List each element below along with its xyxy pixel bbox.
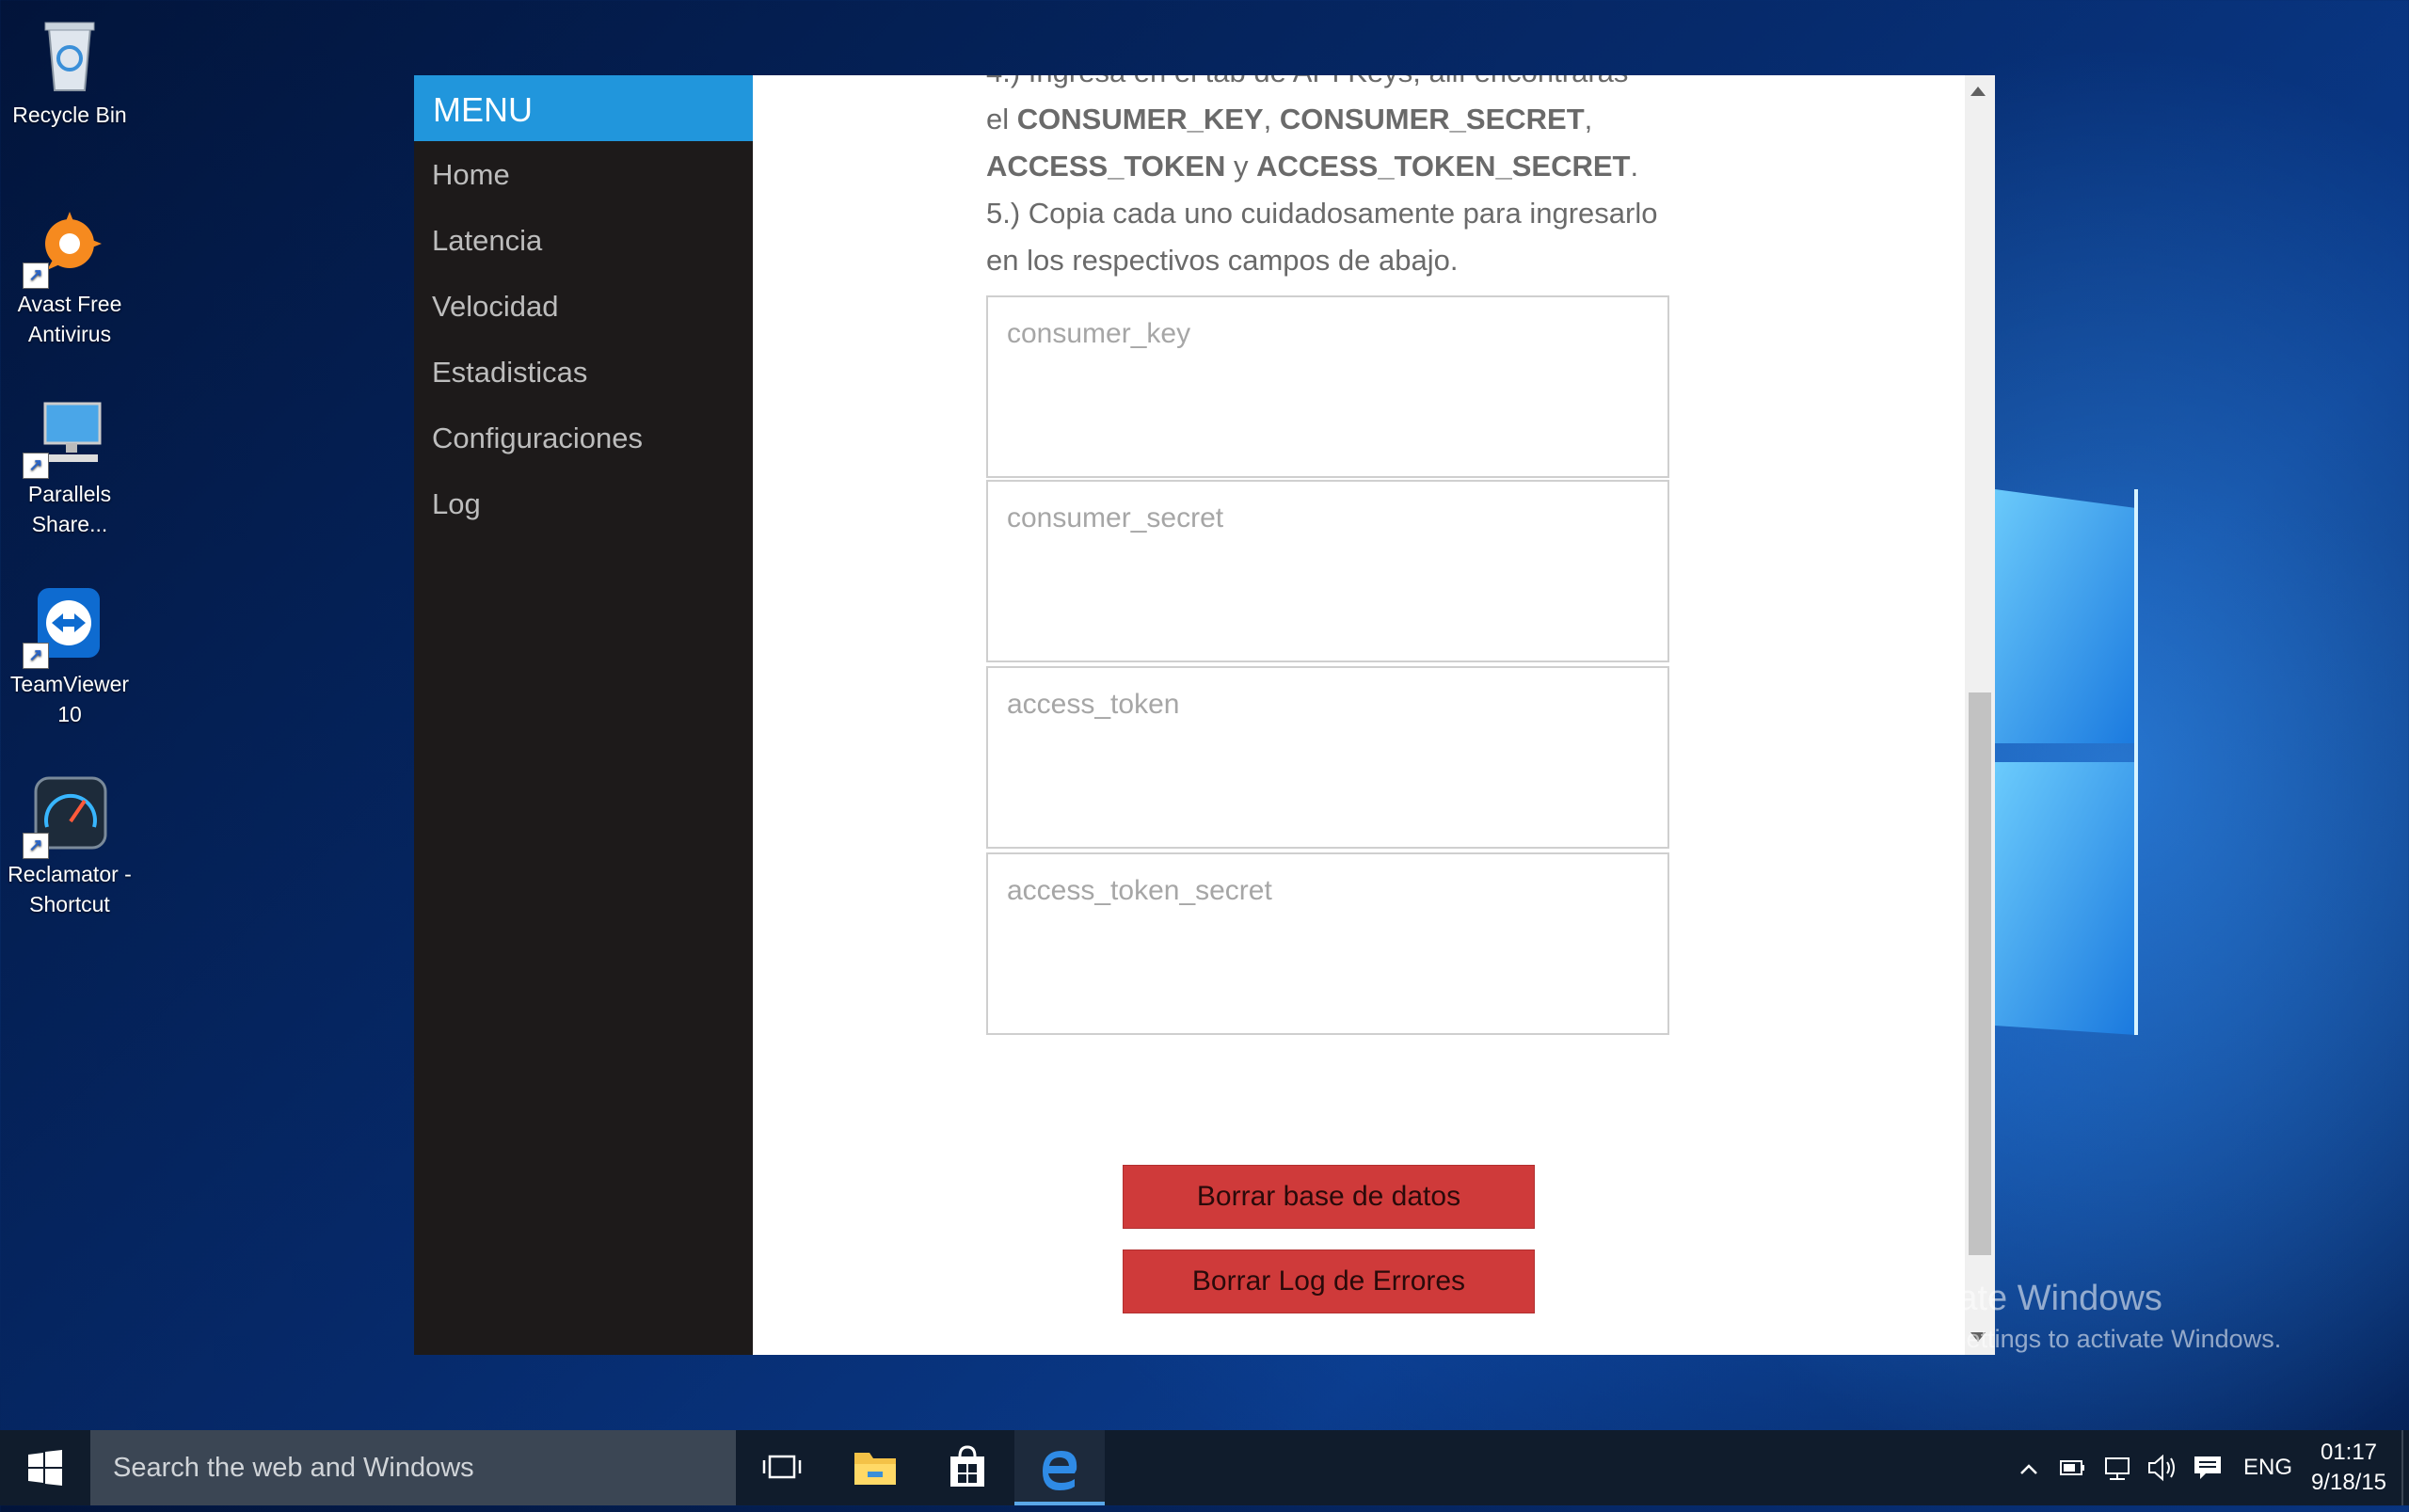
avast-icon: ↗ [23, 202, 111, 289]
key-access-token: ACCESS_TOKEN [986, 150, 1226, 183]
desktop-icon-label: TeamViewer 10 [9, 672, 130, 726]
shortcut-arrow-icon: ↗ [23, 453, 49, 479]
key-consumer-secret: CONSUMER_SECRET [1279, 103, 1585, 135]
taskbar-search-box[interactable]: Search the web and Windows [90, 1430, 736, 1505]
desktop-icon-recycle-bin[interactable]: Recycle Bin [0, 4, 139, 130]
activate-subtitle: Go to Settings to activate Windows. [1880, 1325, 2282, 1353]
store-icon [950, 1445, 984, 1487]
app-window: MENU Home Latencia Velocidad Estadistica… [414, 75, 1995, 1355]
tray-network[interactable] [2097, 1430, 2138, 1505]
sidebar-item-velocidad[interactable]: Velocidad [414, 274, 753, 340]
sidebar-menu: MENU Home Latencia Velocidad Estadistica… [414, 75, 753, 1355]
start-button[interactable] [0, 1430, 90, 1505]
clock-time: 01:17 [2320, 1440, 2378, 1465]
windows-logo-wallpaper [1995, 489, 2138, 1035]
tray-power[interactable] [2051, 1430, 2093, 1505]
windows-start-icon [28, 1450, 62, 1486]
consumer-key-field[interactable] [986, 295, 1669, 478]
access-token-secret-field[interactable] [986, 852, 1669, 1035]
sidebar-item-estadisticas[interactable]: Estadisticas [414, 340, 753, 406]
desktop-icon-reclamator[interactable]: ↗ Reclamator - Shortcut [0, 763, 139, 919]
desktop-icon-label: Avast Free Antivirus [17, 292, 122, 346]
shortcut-arrow-icon: ↗ [23, 643, 49, 669]
consumer-secret-field[interactable] [986, 480, 1669, 662]
step-4-keys: el CONSUMER_KEY, CONSUMER_SECRET, [986, 103, 1593, 135]
taskbar: Search the web and Windows ENG 01:17 9/1… [0, 1430, 2409, 1505]
desktop-icon-teamviewer[interactable]: ↗ TeamViewer 10 [0, 573, 139, 729]
clock-date: 9/18/15 [2310, 1470, 2387, 1495]
main-content: 4.) Ingresa en el tab de API Keys, allí … [753, 75, 1965, 1355]
tray-volume[interactable] [2142, 1430, 2183, 1505]
notification-icon [2194, 1456, 2221, 1479]
delete-error-log-button[interactable]: Borrar Log de Errores [1123, 1249, 1535, 1313]
task-view-icon [762, 1455, 802, 1479]
tray-clock[interactable]: 01:17 9/18/15 [2302, 1430, 2396, 1505]
taskbar-file-explorer[interactable] [830, 1430, 920, 1505]
sidebar-item-log[interactable]: Log [414, 471, 753, 537]
recycle-bin-icon [28, 13, 111, 96]
text-y: y [1234, 150, 1249, 183]
show-desktop-button[interactable] [2401, 1430, 2403, 1505]
desktop-icon-label: Recycle Bin [12, 103, 127, 127]
teamviewer-icon: ↗ [23, 582, 111, 669]
step-4-keys-2: ACCESS_TOKEN y ACCESS_TOKEN_SECRET. [986, 150, 1639, 183]
activate-title: Activate Windows [1880, 1279, 2162, 1318]
desktop-icon-label: Reclamator - Shortcut [8, 862, 132, 916]
sidebar-item-home[interactable]: Home [414, 142, 753, 208]
taskbar-edge[interactable] [1014, 1430, 1105, 1505]
shortcut-arrow-icon: ↗ [23, 833, 49, 859]
speedometer-icon: ↗ [23, 772, 111, 859]
menu-title: MENU [414, 75, 753, 141]
sidebar-item-configuraciones[interactable]: Configuraciones [414, 406, 753, 471]
tray-action-center[interactable] [2187, 1430, 2228, 1505]
taskbar-store[interactable] [922, 1430, 1013, 1505]
key-consumer-key: CONSUMER_KEY [1016, 103, 1264, 135]
key-access-token-secret: ACCESS_TOKEN_SECRET [1256, 150, 1631, 183]
sidebar-item-latencia[interactable]: Latencia [414, 208, 753, 274]
delete-database-button[interactable]: Borrar base de datos [1123, 1165, 1535, 1229]
scroll-up-arrow-icon[interactable] [1970, 87, 1986, 96]
desktop-icon-label: Parallels Share... [27, 482, 112, 536]
speaker-icon [2148, 1454, 2175, 1482]
tray-show-hidden-icons[interactable] [2010, 1430, 2048, 1505]
step-5-text: 5.) Copia cada uno cuidadosamente para i… [986, 197, 1658, 277]
shortcut-arrow-icon: ↗ [23, 263, 49, 289]
desktop-icon-avast[interactable]: ↗ Avast Free Antivirus [0, 193, 139, 349]
chevron-up-icon [2020, 1464, 2037, 1474]
text-el: el [986, 103, 1010, 135]
instructions-text: 4.) Ingresa en el tab de API Keys, allí … [986, 75, 1701, 284]
vertical-scrollbar[interactable] [1965, 75, 1995, 1355]
step-4-text: 4.) Ingresa en el tab de API Keys, allí … [986, 75, 1701, 96]
folder-icon [854, 1453, 896, 1485]
scrollbar-thumb[interactable] [1969, 692, 1991, 1255]
task-view-button[interactable] [738, 1430, 828, 1505]
battery-plug-icon [2060, 1460, 2084, 1475]
edge-browser-icon [1043, 1451, 1077, 1490]
computer-icon: ↗ [23, 392, 111, 479]
network-icon [2105, 1457, 2130, 1480]
access-token-field[interactable] [986, 666, 1669, 849]
activate-windows-watermark: Activate Windows Go to Settings to activ… [1880, 1275, 2281, 1356]
desktop-icon-parallels[interactable]: ↗ Parallels Share... [0, 383, 139, 539]
tray-language[interactable]: ENG [2240, 1430, 2296, 1505]
